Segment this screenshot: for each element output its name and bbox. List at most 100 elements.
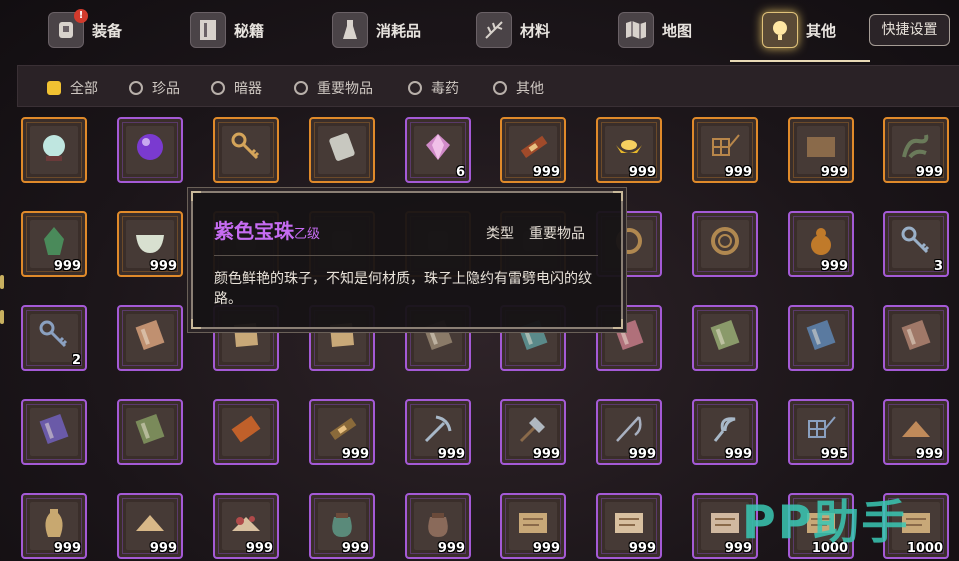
- item-slot[interactable]: [883, 305, 949, 371]
- item-slot[interactable]: 999: [213, 493, 279, 559]
- tab-map[interactable]: 地图: [618, 6, 692, 54]
- pickaxe-icon: [422, 413, 454, 445]
- sickle-icon: [709, 413, 741, 445]
- item-slot[interactable]: 999: [596, 117, 662, 183]
- pouch-icon: [326, 507, 358, 539]
- active-tab-underline: [730, 60, 870, 62]
- item-tooltip: 紫色宝珠乙级 类型 重要物品 颜色鲜艳的珠子，不知是何材质，珠子上隐约有雷劈电闪…: [191, 191, 623, 329]
- quick-settings-button[interactable]: 快捷设置: [869, 14, 950, 46]
- book-icon: [38, 413, 70, 445]
- item-count: 999: [437, 447, 465, 462]
- key-icon: [38, 319, 70, 351]
- gold-ingot-icon: [613, 131, 645, 163]
- armor-icon: !: [48, 9, 88, 48]
- tab-consumables[interactable]: 消耗品: [332, 6, 421, 54]
- book-icon: [709, 319, 741, 351]
- tab-materials[interactable]: 材料: [476, 6, 550, 54]
- item-count: 999: [915, 447, 943, 462]
- filter-key-items[interactable]: 重要物品: [294, 78, 373, 98]
- item-slot[interactable]: [692, 305, 758, 371]
- filter-other[interactable]: 其他: [493, 78, 544, 98]
- pouch-icon: [422, 507, 454, 539]
- tooltip-corner: [613, 191, 623, 201]
- tab-label: 地图: [662, 21, 693, 40]
- item-slot[interactable]: 999: [500, 399, 566, 465]
- tooltip-divider: [214, 255, 598, 256]
- item-slot[interactable]: 999: [883, 399, 949, 465]
- book-icon: [190, 12, 226, 48]
- item-slot[interactable]: 999: [788, 117, 854, 183]
- item-slot[interactable]: 999: [500, 493, 566, 559]
- filter-label: 珍品: [152, 81, 180, 97]
- item-slot[interactable]: 999: [309, 493, 375, 559]
- tab-manual[interactable]: 秘籍: [190, 6, 264, 54]
- item-slot[interactable]: [788, 305, 854, 371]
- map-scroll-icon: [613, 507, 645, 539]
- item-slot[interactable]: 999: [405, 493, 471, 559]
- item-count: 999: [341, 447, 369, 462]
- item-slot[interactable]: 6: [405, 117, 471, 183]
- item-slot[interactable]: 999: [596, 399, 662, 465]
- item-slot[interactable]: [21, 117, 87, 183]
- flower-powder-icon: [230, 507, 262, 539]
- vase-icon: [38, 507, 70, 539]
- potion-icon: [332, 12, 368, 48]
- filter-label: 毒药: [431, 81, 459, 97]
- radio-icon: [408, 81, 422, 95]
- crystal-ball-icon: [38, 131, 70, 163]
- item-slot[interactable]: [692, 211, 758, 277]
- item-slot[interactable]: [21, 399, 87, 465]
- item-slot[interactable]: 999: [500, 117, 566, 183]
- item-slot[interactable]: [117, 117, 183, 183]
- item-slot[interactable]: 999: [117, 493, 183, 559]
- tab-label: 秘籍: [234, 21, 265, 40]
- filter-all[interactable]: 全部: [47, 78, 98, 98]
- book-icon: [900, 319, 932, 351]
- radio-icon: [294, 81, 308, 95]
- item-grade: 乙级: [294, 227, 321, 242]
- filter-bar: 全部 珍品 暗器 重要物品 毒药 其他: [17, 65, 959, 107]
- radio-icon: [129, 81, 143, 95]
- filter-treasure[interactable]: 珍品: [129, 78, 180, 98]
- tab-other[interactable]: 其他: [762, 6, 836, 54]
- item-slot[interactable]: 999: [788, 211, 854, 277]
- item-slot[interactable]: [213, 117, 279, 183]
- dragon-icon: [900, 131, 932, 163]
- item-slot[interactable]: 999: [405, 399, 471, 465]
- brick-icon: [230, 413, 262, 445]
- item-count: 999: [532, 541, 560, 556]
- item-name: 紫色宝珠: [214, 219, 294, 243]
- key-icon: [900, 225, 932, 257]
- tooltip-type-value: 重要物品: [529, 226, 585, 242]
- item-count: 999: [820, 165, 848, 180]
- item-slot[interactable]: [117, 399, 183, 465]
- tab-equipment[interactable]: ! 装备: [48, 6, 122, 54]
- item-slot[interactable]: 999: [883, 117, 949, 183]
- item-slot[interactable]: 999: [21, 211, 87, 277]
- item-slot[interactable]: 3: [883, 211, 949, 277]
- item-slot[interactable]: 2: [21, 305, 87, 371]
- item-slot[interactable]: 999: [692, 399, 758, 465]
- item-count: 995: [820, 447, 848, 462]
- item-slot[interactable]: 999: [117, 211, 183, 277]
- item-slot[interactable]: 995: [788, 399, 854, 465]
- item-count: 999: [149, 259, 177, 274]
- book-icon: [134, 413, 166, 445]
- map-scroll-icon: [805, 131, 837, 163]
- filter-hidden-weapon[interactable]: 暗器: [211, 78, 262, 98]
- item-slot[interactable]: 999: [692, 117, 758, 183]
- item-slot[interactable]: [117, 305, 183, 371]
- tooltip-corner: [191, 319, 201, 329]
- item-slot[interactable]: [213, 399, 279, 465]
- axe-icon: [517, 413, 549, 445]
- item-slot[interactable]: 999: [596, 493, 662, 559]
- item-slot[interactable]: 999: [21, 493, 87, 559]
- category-tabs: ! 装备 秘籍 消耗品 材料 地图 其他 快捷设置: [0, 0, 959, 62]
- scroll-icon: [517, 131, 549, 163]
- item-slot[interactable]: 999: [309, 399, 375, 465]
- filter-label: 重要物品: [317, 81, 373, 97]
- item-slot[interactable]: [309, 117, 375, 183]
- item-count: 999: [532, 447, 560, 462]
- rope-coil-icon: [709, 225, 741, 257]
- filter-poison[interactable]: 毒药: [408, 78, 459, 98]
